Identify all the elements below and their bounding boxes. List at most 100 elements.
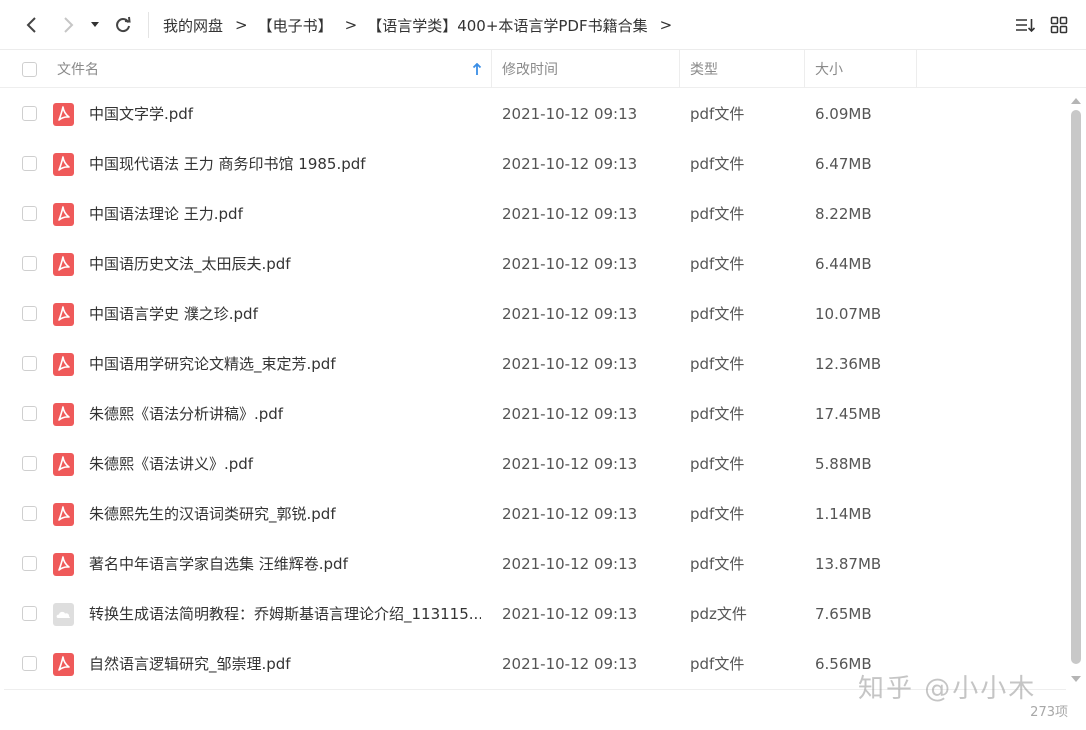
file-type: pdf文件: [690, 455, 745, 473]
row-checkbox[interactable]: [22, 356, 37, 371]
caret-down-icon: [91, 22, 99, 27]
file-size: 8.22MB: [815, 205, 872, 223]
pdf-icon: [53, 403, 74, 426]
breadcrumb-separator: >: [235, 16, 248, 34]
column-header-row: 文件名 修改时间 类型 大小: [0, 50, 1086, 88]
file-row[interactable]: 中国语历史文法_太田辰夫.pdf 2021-10-12 09:13 pdf文件 6.4…: [0, 239, 1062, 289]
file-name[interactable]: 转换生成语法简明教程：乔姆斯基语言理论介绍_113115...: [89, 589, 481, 639]
refresh-button[interactable]: [111, 12, 135, 38]
breadcrumb: 我的网盘 > 【电子书】 > 【语言学类】400+本语言学PDF书籍合集 >: [163, 0, 682, 50]
column-header-name[interactable]: 文件名: [57, 50, 489, 88]
file-row[interactable]: 朱德熙先生的汉语词类研究_郭锐.pdf 2021-10-12 09:13 pdf文件…: [0, 489, 1062, 539]
pdf-icon: [53, 453, 74, 476]
scroll-up-button[interactable]: [1069, 92, 1083, 104]
pdf-icon: [53, 553, 74, 576]
row-checkbox[interactable]: [22, 556, 37, 571]
file-modified-time: 2021-10-12 09:13: [502, 155, 638, 173]
row-checkbox[interactable]: [22, 406, 37, 421]
file-size: 6.47MB: [815, 155, 872, 173]
grid-view-button[interactable]: [1046, 12, 1072, 38]
file-row[interactable]: 中国语用学研究论文精选_束定芳.pdf 2021-10-12 09:13 pdf文件…: [0, 339, 1062, 389]
file-size: 17.45MB: [815, 405, 882, 423]
forward-button[interactable]: [56, 12, 80, 38]
file-name[interactable]: 朱德熙《语法讲义》.pdf: [89, 439, 481, 489]
history-dropdown-button[interactable]: [86, 12, 104, 38]
file-modified-time: 2021-10-12 09:13: [502, 455, 638, 473]
breadcrumb-separator: >: [344, 16, 358, 34]
sort-menu-button[interactable]: [1012, 12, 1038, 38]
scroll-down-button[interactable]: [1069, 670, 1083, 682]
row-checkbox[interactable]: [22, 106, 37, 121]
file-row[interactable]: 转换生成语法简明教程：乔姆斯基语言理论介绍_113115... 2021-10-1…: [0, 589, 1062, 639]
column-divider: [679, 50, 680, 88]
file-name[interactable]: 著名中年语言学家自选集 汪维辉卷.pdf: [89, 539, 481, 589]
breadcrumb-separator: >: [659, 16, 673, 34]
column-header-name-label: 文件名: [57, 62, 99, 78]
file-row[interactable]: 著名中年语言学家自选集 汪维辉卷.pdf 2021-10-12 09:13 pdf文…: [0, 539, 1062, 589]
row-checkbox[interactable]: [22, 506, 37, 521]
file-name[interactable]: 中国语言学史 濮之珍.pdf: [89, 289, 481, 339]
file-modified-time: 2021-10-12 09:13: [502, 255, 638, 273]
file-modified-time: 2021-10-12 09:13: [502, 355, 638, 373]
column-header-modified-label: 修改时间: [502, 62, 558, 78]
file-row[interactable]: 中国文字学.pdf 2021-10-12 09:13 pdf文件 6.09MB: [0, 89, 1062, 139]
breadcrumb-item-linguistics[interactable]: 【语言学类】400+本语言学PDF书籍合集: [367, 15, 647, 36]
file-name[interactable]: 中国文字学.pdf: [89, 89, 481, 139]
file-size: 5.88MB: [815, 455, 872, 473]
row-checkbox[interactable]: [22, 656, 37, 671]
refresh-icon: [116, 16, 131, 33]
select-all-checkbox-wrap: [22, 50, 37, 88]
pdf-icon: [53, 503, 74, 526]
item-count: 273项: [1030, 705, 1068, 720]
row-checkbox[interactable]: [22, 456, 37, 471]
pdf-icon: [53, 353, 74, 376]
file-size: 6.09MB: [815, 105, 872, 123]
row-checkbox[interactable]: [22, 256, 37, 271]
column-header-type-label: 类型: [690, 62, 718, 78]
triangle-up-icon: [1071, 98, 1081, 104]
row-checkbox[interactable]: [22, 206, 37, 221]
row-checkbox[interactable]: [22, 606, 37, 621]
file-type: pdf文件: [690, 105, 745, 123]
breadcrumb-item-ebooks[interactable]: 【电子书】: [258, 15, 333, 36]
file-name[interactable]: 中国语历史文法_太田辰夫.pdf: [89, 239, 481, 289]
file-type: pdz文件: [690, 605, 747, 623]
column-divider: [491, 50, 492, 88]
file-name[interactable]: 中国语法理论 王力.pdf: [89, 189, 481, 239]
select-all-checkbox[interactable]: [22, 61, 37, 77]
file-type: pdf文件: [690, 355, 745, 373]
back-button[interactable]: [20, 12, 44, 38]
file-size: 1.14MB: [815, 505, 872, 523]
file-name[interactable]: 中国现代语法 王力 商务印书馆 1985.pdf: [89, 139, 481, 189]
watermark: 知乎 @小小木: [858, 674, 1037, 704]
file-type: pdf文件: [690, 155, 745, 173]
file-type: pdf文件: [690, 555, 745, 573]
file-name[interactable]: 朱德熙《语法分析讲稿》.pdf: [89, 389, 481, 439]
file-modified-time: 2021-10-12 09:13: [502, 105, 638, 123]
file-modified-time: 2021-10-12 09:13: [502, 655, 638, 673]
pdf-icon: [53, 303, 74, 326]
column-header-modified[interactable]: 修改时间: [502, 50, 678, 88]
chevron-left-icon: [26, 17, 36, 33]
file-modified-time: 2021-10-12 09:13: [502, 555, 638, 573]
pdf-icon: [53, 153, 74, 176]
file-type: pdf文件: [690, 405, 745, 423]
pdf-icon: [53, 253, 74, 276]
column-header-type[interactable]: 类型: [690, 50, 802, 88]
row-checkbox[interactable]: [22, 306, 37, 321]
scrollbar-thumb[interactable]: [1071, 110, 1081, 664]
file-row[interactable]: 中国语言学史 濮之珍.pdf 2021-10-12 09:13 pdf文件 10.07…: [0, 289, 1062, 339]
file-row[interactable]: 朱德熙《语法讲义》.pdf 2021-10-12 09:13 pdf文件 5.88MB: [0, 439, 1062, 489]
file-name[interactable]: 中国语用学研究论文精选_束定芳.pdf: [89, 339, 481, 389]
row-checkbox[interactable]: [22, 156, 37, 171]
file-row[interactable]: 中国现代语法 王力 商务印书馆 1985.pdf 2021-10-12 09:13…: [0, 139, 1062, 189]
file-row[interactable]: 中国语法理论 王力.pdf 2021-10-12 09:13 pdf文件 8.22MB: [0, 189, 1062, 239]
file-row[interactable]: 朱德熙《语法分析讲稿》.pdf 2021-10-12 09:13 pdf文件 17.4…: [0, 389, 1062, 439]
file-name[interactable]: 朱德熙先生的汉语词类研究_郭锐.pdf: [89, 489, 481, 539]
file-name[interactable]: 自然语言逻辑研究_邹崇理.pdf: [89, 639, 481, 689]
file-size: 10.07MB: [815, 305, 882, 323]
column-header-size-label: 大小: [815, 62, 843, 78]
pdf-icon: [53, 653, 74, 676]
breadcrumb-item-my-drive[interactable]: 我的网盘: [163, 15, 223, 36]
column-header-size[interactable]: 大小: [815, 50, 915, 88]
